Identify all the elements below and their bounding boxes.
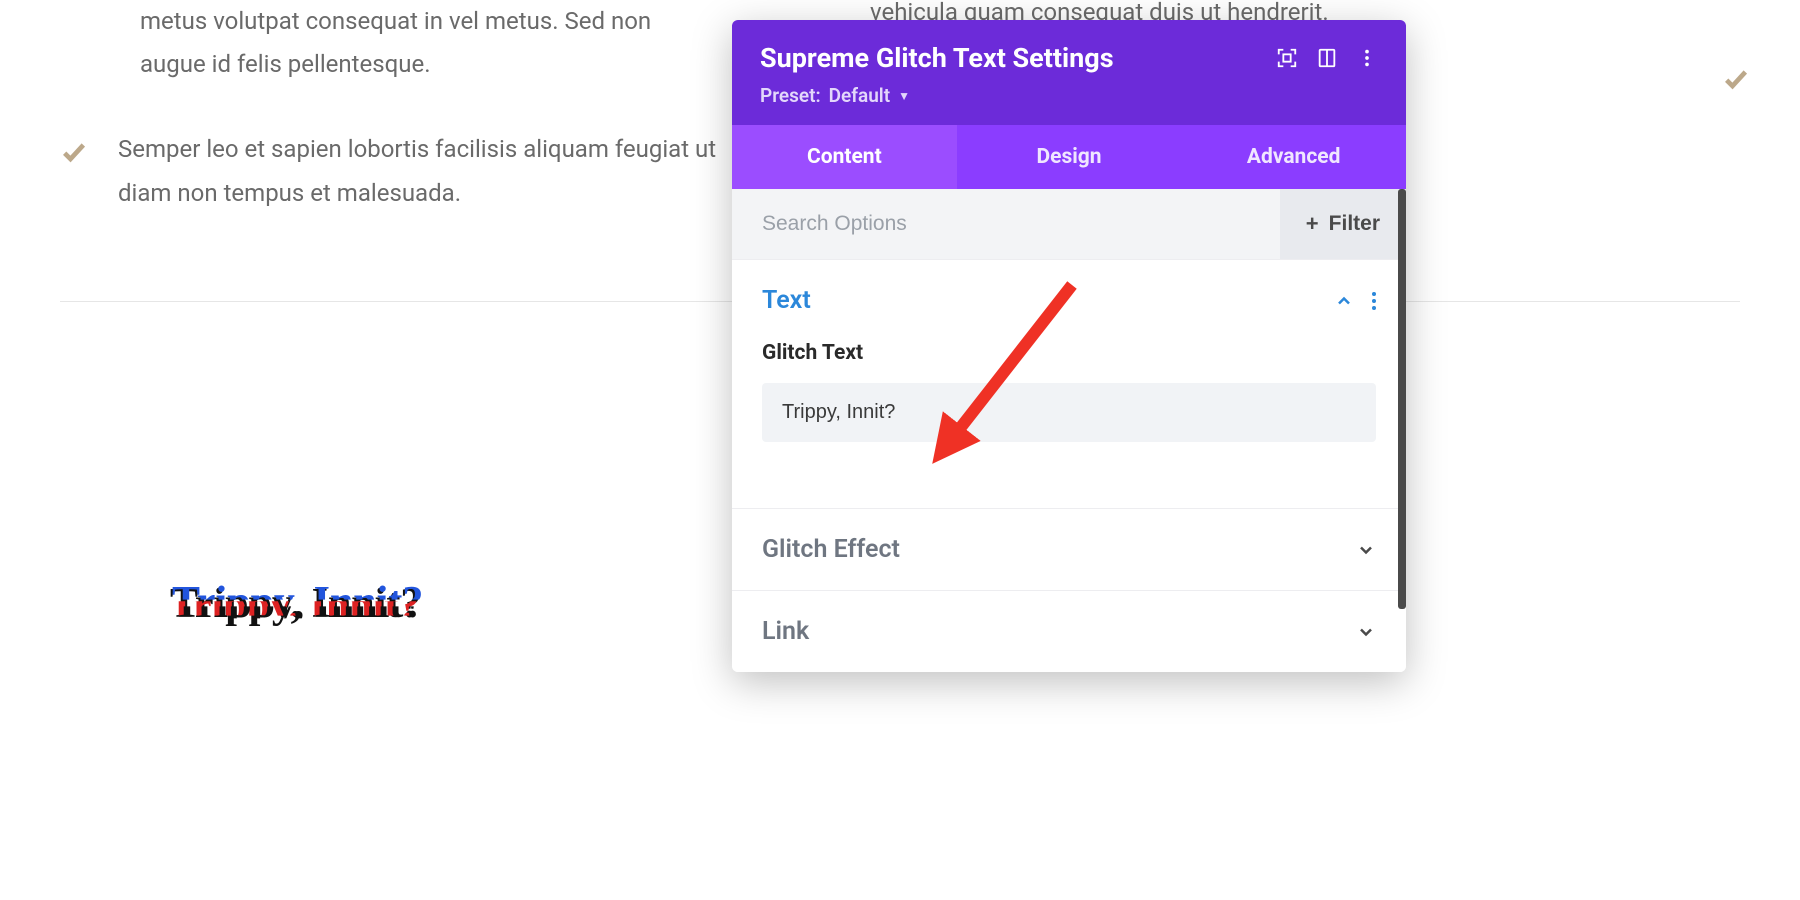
chevron-down-icon xyxy=(1356,622,1376,642)
tab-bar: Content Design Advanced xyxy=(732,125,1406,189)
tab-content[interactable]: Content xyxy=(732,125,957,189)
section-link: Link xyxy=(732,590,1406,672)
section-text-title: Text xyxy=(762,286,811,315)
panel-body: + Filter Text Glitc xyxy=(732,189,1406,672)
chevron-down-icon xyxy=(1356,540,1376,560)
search-row: + Filter xyxy=(732,189,1406,259)
settings-panel: Supreme Glitch Text Settings xyxy=(732,20,1406,672)
caret-down-icon: ▼ xyxy=(898,89,910,103)
section-text-header[interactable]: Text xyxy=(762,286,1376,315)
tab-advanced[interactable]: Advanced xyxy=(1181,125,1406,189)
preset-selector[interactable]: Preset: Default ▼ xyxy=(760,84,1378,107)
section-link-title: Link xyxy=(762,617,809,646)
expand-icon[interactable] xyxy=(1276,47,1298,69)
scrollbar[interactable] xyxy=(1398,189,1406,609)
glitch-text-label: Glitch Text xyxy=(762,341,1376,365)
section-glitch-effect-header[interactable]: Glitch Effect xyxy=(762,535,1376,564)
panel-header[interactable]: Supreme Glitch Text Settings xyxy=(732,20,1406,125)
kebab-menu-icon[interactable] xyxy=(1356,47,1378,69)
filter-label: Filter xyxy=(1329,212,1380,236)
filter-button[interactable]: + Filter xyxy=(1280,189,1406,259)
chevron-up-icon xyxy=(1334,291,1354,311)
responsive-icon[interactable] xyxy=(1316,47,1338,69)
section-glitch-effect: Glitch Effect xyxy=(732,508,1406,590)
glitch-text-preview: Trippy, Innit? Trippy, Innit? Trippy, In… xyxy=(170,580,421,628)
section-link-header[interactable]: Link xyxy=(762,617,1376,646)
preset-label: Preset: xyxy=(760,84,821,107)
search-input[interactable] xyxy=(762,212,1280,236)
tab-design[interactable]: Design xyxy=(957,125,1182,189)
glitch-text-input[interactable] xyxy=(762,383,1376,442)
page-canvas: metus volutpat consequat in vel metus. S… xyxy=(0,0,1800,900)
preset-value: Default xyxy=(829,84,890,107)
plus-icon: + xyxy=(1306,211,1319,237)
section-glitch-effect-title: Glitch Effect xyxy=(762,535,900,564)
panel-title: Supreme Glitch Text Settings xyxy=(760,42,1258,74)
section-menu-icon[interactable] xyxy=(1372,292,1376,310)
section-text: Text Glitch Text xyxy=(732,259,1406,508)
